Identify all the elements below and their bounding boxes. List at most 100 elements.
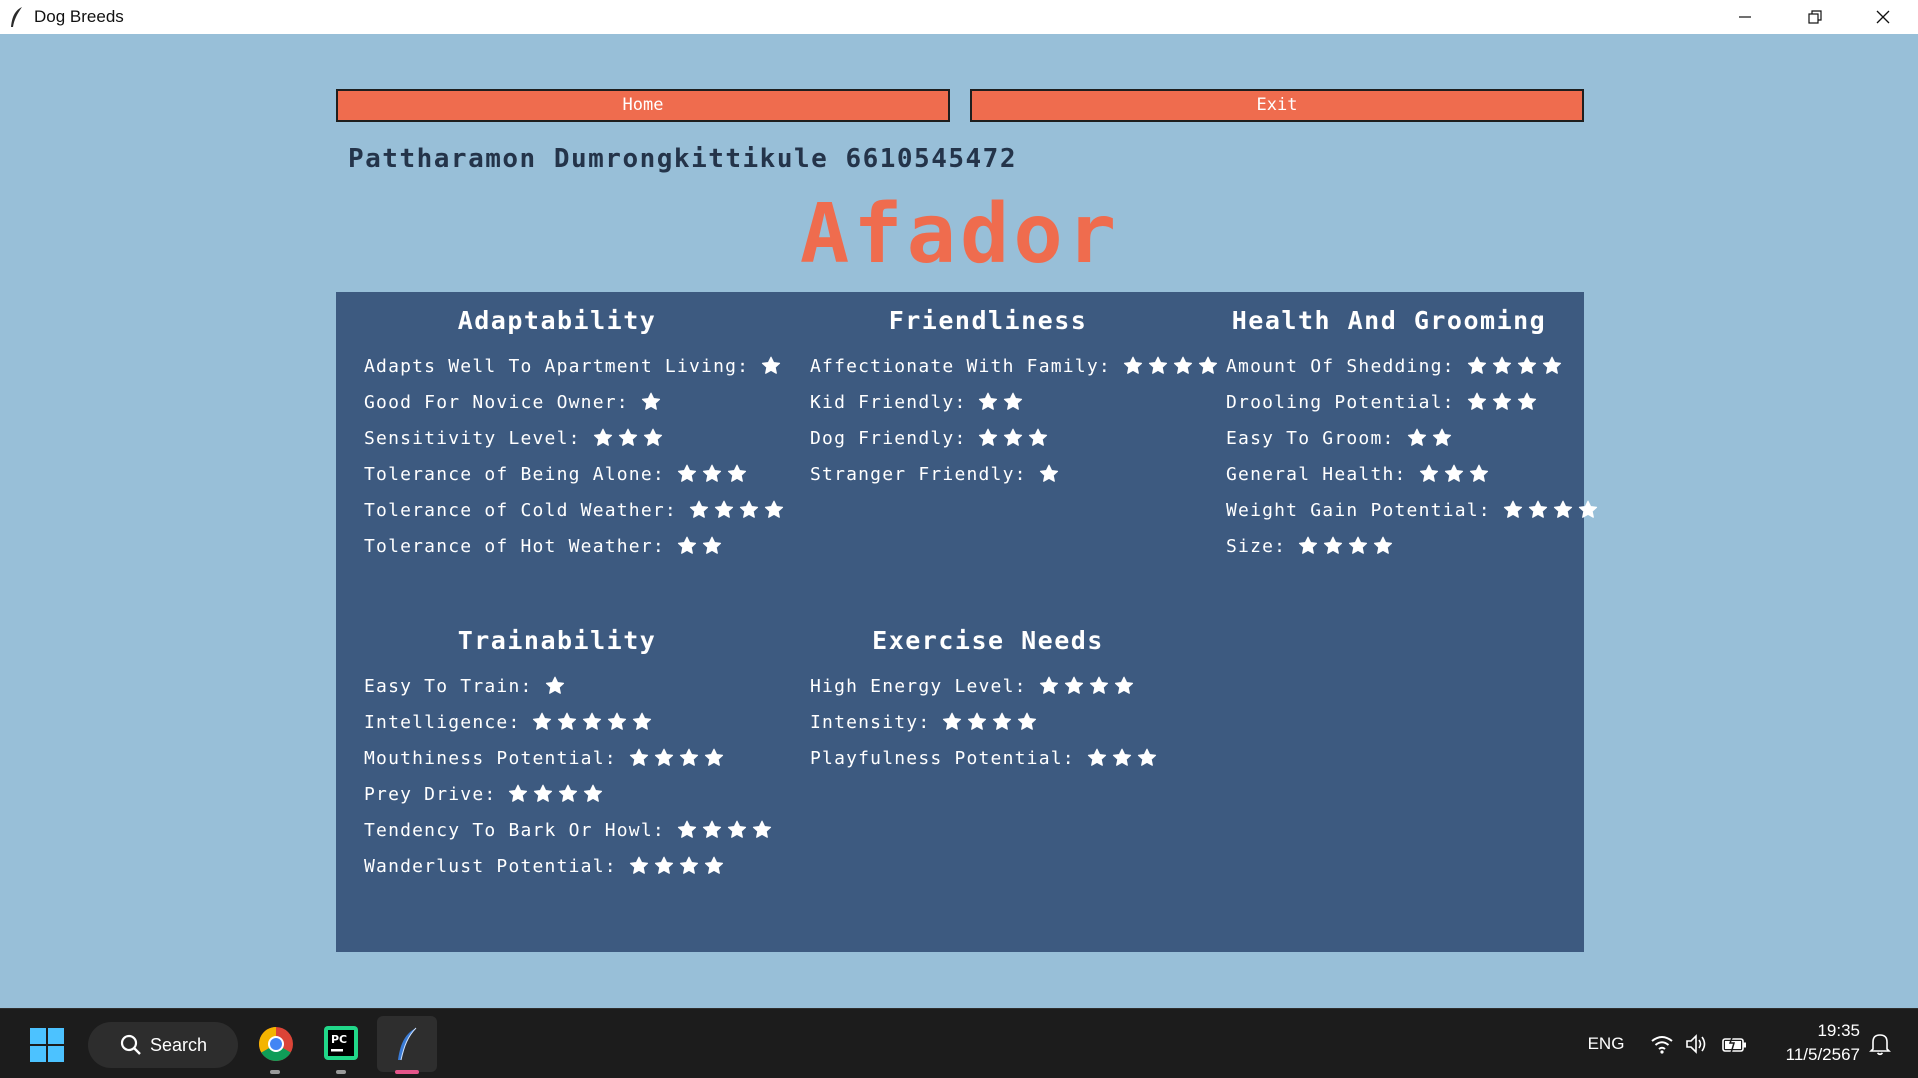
star-icon [654,856,673,874]
minimize-button[interactable] [1710,0,1780,34]
trait-row: Kid Friendly: [810,387,1028,417]
star-rating [629,856,729,876]
section-title: Adaptability [457,306,657,335]
star-icon [1492,392,1511,410]
star-icon [979,392,998,410]
star-icon [704,748,723,766]
clock-time[interactable]: 19:35 [1765,1019,1860,1043]
trait-row: Good For Novice Owner: [364,387,666,417]
trait-row: Tolerance of Being Alone: [364,459,752,489]
active-indicator [395,1070,419,1074]
star-icon [727,464,747,482]
trait-label: Affectionate With Family: [810,355,1111,377]
notifications-button[interactable] [1866,1031,1894,1057]
wifi-button[interactable] [1648,1031,1676,1057]
star-icon [1374,536,1393,554]
star-rating [593,428,668,448]
taskbar-dog-breeds-app[interactable] [377,1016,437,1072]
trait-label: Easy To Train: [364,675,533,697]
star-icon [1492,356,1511,374]
star-rating [532,712,657,732]
breed-title: Afador [799,187,1121,282]
star-rating [1123,356,1223,376]
star-icon [545,676,564,694]
window-title: Dog Breeds [34,7,124,26]
star-icon [1198,356,1218,374]
star-icon [1148,356,1168,374]
trait-row: Mouthiness Potential: [364,743,729,773]
trait-label: Adapts Well To Apartment Living: [364,355,750,377]
trait-label: Wanderlust Potential: [364,855,617,877]
star-rating [1467,392,1542,412]
trait-label: Kid Friendly: [810,391,967,413]
star-icon [558,712,577,730]
battery-button[interactable] [1720,1031,1750,1057]
trait-row: Drooling Potential: [1226,387,1542,417]
star-icon [534,784,553,802]
trait-label: Tolerance of Cold Weather: [364,499,677,521]
restore-button[interactable] [1780,0,1850,34]
star-icon [689,500,709,518]
trait-label: Playfulness Potential: [810,747,1075,769]
star-icon [1419,464,1438,482]
star-icon [979,428,998,446]
trait-label: Intelligence: [364,711,521,733]
home-button[interactable]: Home [336,89,950,122]
star-icon [1578,500,1597,518]
chrome-icon [259,1027,293,1061]
student-name-id: Pattharamon Dumrongkittikule 6610545472 [348,144,1017,174]
trait-row: Intelligence: [364,707,657,737]
star-icon [702,820,722,838]
star-icon [593,428,612,446]
star-rating [1467,356,1567,376]
star-icon [943,712,962,730]
trait-row: Amount Of Shedding: [1226,351,1567,381]
star-icon [1114,676,1133,694]
star-rating [1039,464,1064,484]
star-icon [1467,392,1486,410]
star-icon [641,392,660,410]
battery-icon [1722,1034,1746,1054]
trait-row: Tolerance of Cold Weather: [364,495,789,525]
clock-date[interactable]: 11/5/2567 [1765,1043,1860,1067]
star-icon [764,500,784,518]
taskbar-chrome[interactable] [255,1023,297,1065]
window-titlebar: Dog Breeds [0,0,1918,34]
section-title: Trainability [457,626,657,655]
star-rating [677,464,752,484]
star-icon [752,820,772,838]
trait-label: High Energy Level: [810,675,1027,697]
star-rating [1503,500,1603,520]
taskbar: Search PC ENG 19:35 11/5/2567 [0,1008,1918,1078]
pycharm-icon: PC [324,1026,358,1060]
taskbar-pycharm[interactable]: PC [322,1024,360,1062]
language-indicator[interactable]: ENG [1580,1031,1632,1057]
trait-row: Stranger Friendly: [810,459,1064,489]
taskbar-search[interactable]: Search [88,1022,238,1068]
star-icon [1004,428,1023,446]
close-button[interactable] [1848,0,1918,34]
star-icon [1517,392,1536,410]
restore-icon [1808,10,1822,24]
trait-label: Drooling Potential: [1226,391,1455,413]
volume-icon [1686,1034,1706,1054]
trait-label: Tolerance of Hot Weather: [364,535,665,557]
star-icon [1349,536,1368,554]
star-icon [1407,428,1426,446]
trait-row: High Energy Level: [810,671,1139,701]
section-title: Health And Grooming [1231,306,1547,335]
feather-icon [11,7,22,27]
running-indicator [336,1070,346,1074]
volume-button[interactable] [1683,1031,1711,1057]
star-icon [1173,356,1193,374]
star-icon [1087,748,1106,766]
trait-label: Amount Of Shedding: [1226,355,1455,377]
exit-button[interactable]: Exit [970,89,1584,122]
star-icon [1503,500,1522,518]
star-icon [1004,392,1023,410]
start-button[interactable] [28,1026,66,1064]
star-icon [1137,748,1156,766]
star-icon [608,712,627,730]
trait-row: Sensitivity Level: [364,423,668,453]
search-icon [120,1034,141,1055]
